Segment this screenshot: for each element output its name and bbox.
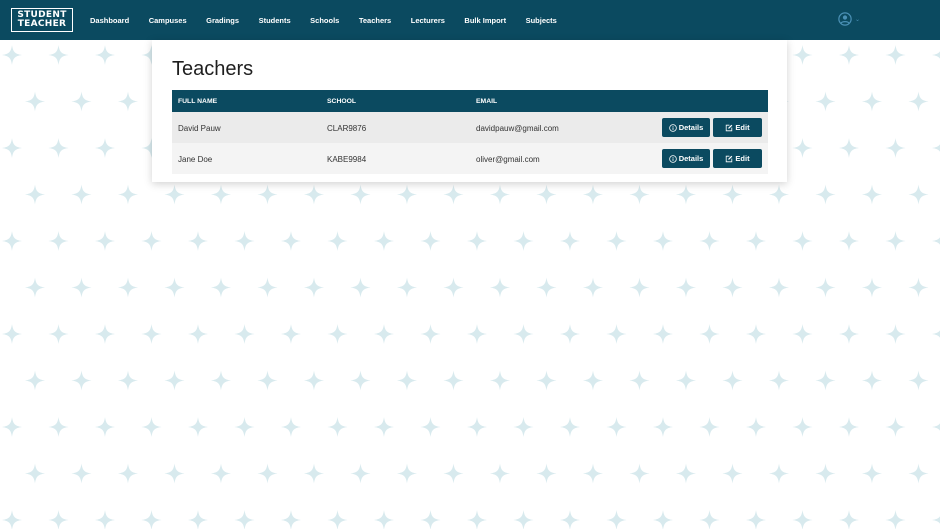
nav-item-bulk-import[interactable]: Bulk Import <box>464 16 506 25</box>
edit-button-label: Edit <box>735 123 750 132</box>
cell-school: KABE9984 <box>327 155 367 164</box>
nav-item-subjects[interactable]: Subjects <box>526 16 557 25</box>
edit-icon <box>726 124 733 131</box>
user-menu[interactable]: ⌄ <box>838 12 860 26</box>
nav-item-campuses[interactable]: Campuses <box>149 16 187 25</box>
edit-button[interactable]: Edit <box>713 118 762 137</box>
brand-logo[interactable]: STUDENT TEACHER <box>11 8 73 32</box>
details-button[interactable]: Details <box>662 118 710 137</box>
header-email: EMAIL <box>476 97 498 105</box>
header-full-name: FULL NAME <box>178 97 218 105</box>
info-circle-icon <box>668 154 677 163</box>
nav-item-lecturers[interactable]: Lecturers <box>411 16 445 25</box>
teachers-card: Teachers FULL NAME SCHOOL EMAIL David Pa… <box>152 40 787 182</box>
nav-item-teachers[interactable]: Teachers <box>359 16 391 25</box>
table-row: David Pauw CLAR9876 davidpauw@gmail.com … <box>172 112 768 143</box>
details-button-label: Details <box>678 123 704 132</box>
brand-line-2: TEACHER <box>17 19 67 29</box>
teachers-table: FULL NAME SCHOOL EMAIL David Pauw CLAR98… <box>172 90 768 174</box>
nav-item-gradings[interactable]: Gradings <box>206 16 239 25</box>
nav-menu: Dashboard Campuses Gradings Students Sch… <box>90 16 576 25</box>
top-navbar: STUDENT TEACHER Dashboard Campuses Gradi… <box>0 0 940 40</box>
table-header: FULL NAME SCHOOL EMAIL <box>172 90 768 112</box>
user-circle-icon <box>838 12 852 26</box>
details-button-label: Details <box>678 154 704 163</box>
cell-school: CLAR9876 <box>327 124 367 133</box>
edit-icon <box>726 155 733 162</box>
cell-email: oliver@gmail.com <box>476 155 540 164</box>
nav-item-students[interactable]: Students <box>259 16 291 25</box>
nav-item-schools[interactable]: Schools <box>310 16 339 25</box>
edit-button[interactable]: Edit <box>713 149 762 168</box>
cell-email: davidpauw@gmail.com <box>476 124 559 133</box>
edit-button-label: Edit <box>735 154 750 163</box>
cell-full-name: David Pauw <box>178 124 221 133</box>
page-title: Teachers <box>172 58 254 80</box>
header-school: SCHOOL <box>327 97 357 105</box>
info-circle-icon <box>668 123 677 132</box>
nav-item-dashboard[interactable]: Dashboard <box>90 16 129 25</box>
details-button[interactable]: Details <box>662 149 710 168</box>
table-row: Jane Doe KABE9984 oliver@gmail.com Detai… <box>172 143 768 174</box>
cell-full-name: Jane Doe <box>178 155 213 164</box>
caret-down-icon: ⌄ <box>855 16 861 23</box>
